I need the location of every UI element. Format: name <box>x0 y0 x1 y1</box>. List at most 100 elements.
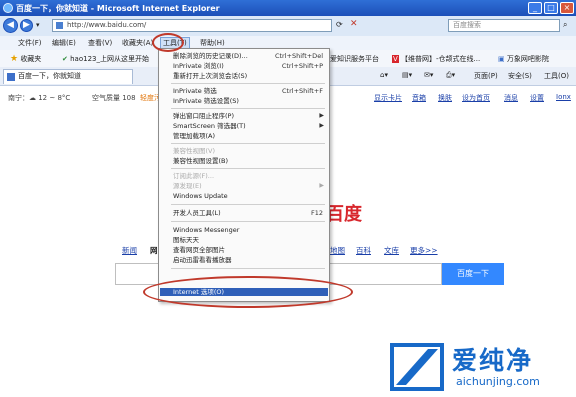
menu-item-label: 查看网页全部图片 <box>173 246 225 254</box>
page-icon <box>56 22 63 29</box>
search-placeholder: 百度搜索 <box>453 21 481 29</box>
menu-item-feed-discovery: 源发现(E) <box>173 182 202 190</box>
shortcut-label: F12 <box>310 209 323 217</box>
check-icon: ✔ <box>62 55 68 63</box>
weather-text: 南宁：☁ 12 ~ 8°C <box>8 94 71 102</box>
watermark-url: aichunjing.com <box>456 375 540 388</box>
menu-view[interactable]: 查看(V) <box>86 38 114 48</box>
menu-item-inprivate-browsing[interactable]: InPrivate 浏览(I) <box>173 62 224 70</box>
menu-item-smartscreen[interactable]: SmartScreen 筛选器(T) <box>173 122 246 130</box>
submenu-arrow-icon: ▶ <box>319 112 324 119</box>
submenu-arrow-icon: ▶ <box>319 182 324 189</box>
menu-separator <box>171 268 325 269</box>
fav-item-weipu[interactable]: V 【维普网】-仓颉式在线... <box>392 54 480 64</box>
menu-item-manage-addons[interactable]: 管理加载项(A) <box>173 132 215 140</box>
home-icon[interactable]: ⌂▾ <box>380 71 388 79</box>
menu-item-inprivate-filter[interactable]: InPrivate 筛选 <box>173 87 217 95</box>
menu-separator <box>171 108 325 109</box>
link-settings[interactable]: 设置 <box>530 93 544 103</box>
menu-item-popup-blocker[interactable]: 弹出窗口阻止程序(P) <box>173 112 234 120</box>
refresh-icon[interactable]: ⟳ <box>336 20 343 29</box>
menu-item-label: SmartScreen 筛选器(T) <box>173 122 246 130</box>
menu-favorites[interactable]: 收藏夹(A) <box>120 38 155 48</box>
forward-arrow-icon[interactable]: ▶ <box>20 19 33 32</box>
menu-item-windows-messenger[interactable]: Windows Messenger <box>173 226 239 234</box>
menu-item-icon-daily[interactable]: 图标天天 <box>173 236 199 244</box>
highlight-oval-internet-options <box>143 276 353 308</box>
link-homepage[interactable]: 设为首页 <box>462 93 490 103</box>
favorites-button[interactable]: ★ 收藏夹 <box>10 54 41 64</box>
menu-item-inprivate-filter-settings[interactable]: InPrivate 筛选设置(S) <box>173 97 239 105</box>
menu-item-developer-tools[interactable]: 开发人员工具(L) <box>173 209 221 217</box>
stop-icon[interactable]: ✕ <box>350 19 358 29</box>
menu-item-label: 弹出窗口阻止程序(P) <box>173 112 234 120</box>
menu-item-label: Windows Messenger <box>173 226 240 234</box>
watermark-icon <box>390 343 444 391</box>
menu-item-label: 启动迅雷看看播放器 <box>173 256 232 264</box>
ie-icon <box>3 3 13 13</box>
menu-item-compat-view: 兼容性视图(V) <box>173 147 215 155</box>
highlight-oval-tools <box>152 33 184 52</box>
menu-item-label: 兼容性视图设置(B) <box>173 157 229 165</box>
menu-edit[interactable]: 编辑(E) <box>50 38 78 48</box>
link-speaker[interactable]: 音箱 <box>412 93 426 103</box>
minimize-button[interactable]: _ <box>528 2 542 14</box>
link-cards[interactable]: 显示卡片 <box>374 93 402 103</box>
nav-map[interactable]: 地图 <box>330 245 345 256</box>
search-icon[interactable]: ⌕ <box>563 20 567 30</box>
address-url: http://www.baidu.com/ <box>67 21 147 29</box>
mail-icon[interactable]: ✉▾ <box>424 71 433 79</box>
safety-menu[interactable]: 安全(S) <box>508 71 532 81</box>
back-arrow-icon[interactable]: ◀ <box>3 18 18 33</box>
menu-item-label: 源发现(E) <box>173 182 202 190</box>
menu-item-label: InPrivate 筛选 <box>173 87 217 95</box>
menu-item-compat-view-settings[interactable]: 兼容性视图设置(B) <box>173 157 228 165</box>
menu-item-label: 开发人员工具(L) <box>173 209 221 217</box>
feed-icon[interactable]: ▤▾ <box>402 71 412 79</box>
nav-news[interactable]: 新闻 <box>122 245 137 256</box>
menu-item-delete-history[interactable]: 删除浏览的历史记录(D)... <box>173 52 248 60</box>
menu-file[interactable]: 文件(F) <box>16 38 44 48</box>
weipu-icon: V <box>392 55 399 63</box>
menu-item-label: 删除浏览的历史记录(D)... <box>173 52 248 60</box>
shortcut-label: Ctrl+Shift+F <box>282 87 323 95</box>
shortcut-label: Ctrl+Shift+P <box>281 62 323 70</box>
fav-label: 【维普网】-仓颉式在线... <box>401 55 481 63</box>
nav-more[interactable]: 更多>> <box>410 245 438 256</box>
close-button[interactable]: × <box>560 2 574 14</box>
print-icon[interactable]: ⎙▾ <box>446 71 455 80</box>
tools-command-menu[interactable]: 工具(O) <box>544 71 569 81</box>
shortcut-label: Ctrl+Shift+Del <box>274 52 323 60</box>
link-login[interactable]: Ionx <box>556 93 571 101</box>
fav-item-hao123[interactable]: ✔ hao123_上网从这里开始 <box>62 54 149 64</box>
dropdown-arrow-icon[interactable]: ▾ <box>36 21 40 29</box>
menu-item-label: 图标天天 <box>173 236 199 244</box>
maximize-button[interactable]: □ <box>544 2 558 14</box>
watermark-text: 爱纯净 <box>452 346 534 375</box>
tab-baidu[interactable]: 百度一下，你就知道 <box>3 69 133 84</box>
baidu-search-button[interactable]: 百度一下 <box>442 263 504 285</box>
nav-web[interactable]: 网 <box>150 245 158 256</box>
menu-item-subscribe-feed: 订阅此源(F)... <box>173 172 214 180</box>
search-input[interactable]: 百度搜索 <box>448 19 560 32</box>
fav-item-service[interactable]: 爱知识服务平台 <box>330 54 379 64</box>
submenu-arrow-icon: ▶ <box>319 122 324 129</box>
nav-wenku[interactable]: 文库 <box>384 245 399 256</box>
watermark-logo: 爱纯净 aichunjing.com <box>384 339 576 397</box>
menu-item-xunlei-player[interactable]: 启动迅雷看看播放器 <box>173 256 232 264</box>
address-input[interactable]: http://www.baidu.com/ <box>52 19 332 32</box>
menu-item-view-all-images[interactable]: 查看网页全部图片 <box>173 246 225 254</box>
tab-label: 百度一下，你就知道 <box>18 72 81 80</box>
menu-item-reopen-session[interactable]: 重新打开上次浏览会话(S) <box>173 72 247 80</box>
nav-baike[interactable]: 百科 <box>356 245 371 256</box>
fav-item-cinema[interactable]: ▣ 万象网吧影院 <box>498 54 549 64</box>
baidu-logo: 百度 <box>326 204 362 225</box>
menu-help[interactable]: 帮助(H) <box>198 38 227 48</box>
menu-item-label: 重新打开上次浏览会话(S) <box>173 72 248 80</box>
menu-item-windows-update[interactable]: Windows Update <box>173 192 228 200</box>
tools-dropdown-menu: 删除浏览的历史记录(D)... Ctrl+Shift+Del InPrivate… <box>158 48 330 302</box>
link-skin[interactable]: 换肤 <box>438 93 452 103</box>
page-menu[interactable]: 页面(P) <box>474 71 498 81</box>
menu-item-label: InPrivate 筛选设置(S) <box>173 97 239 105</box>
link-messages[interactable]: 消息 <box>504 93 518 103</box>
